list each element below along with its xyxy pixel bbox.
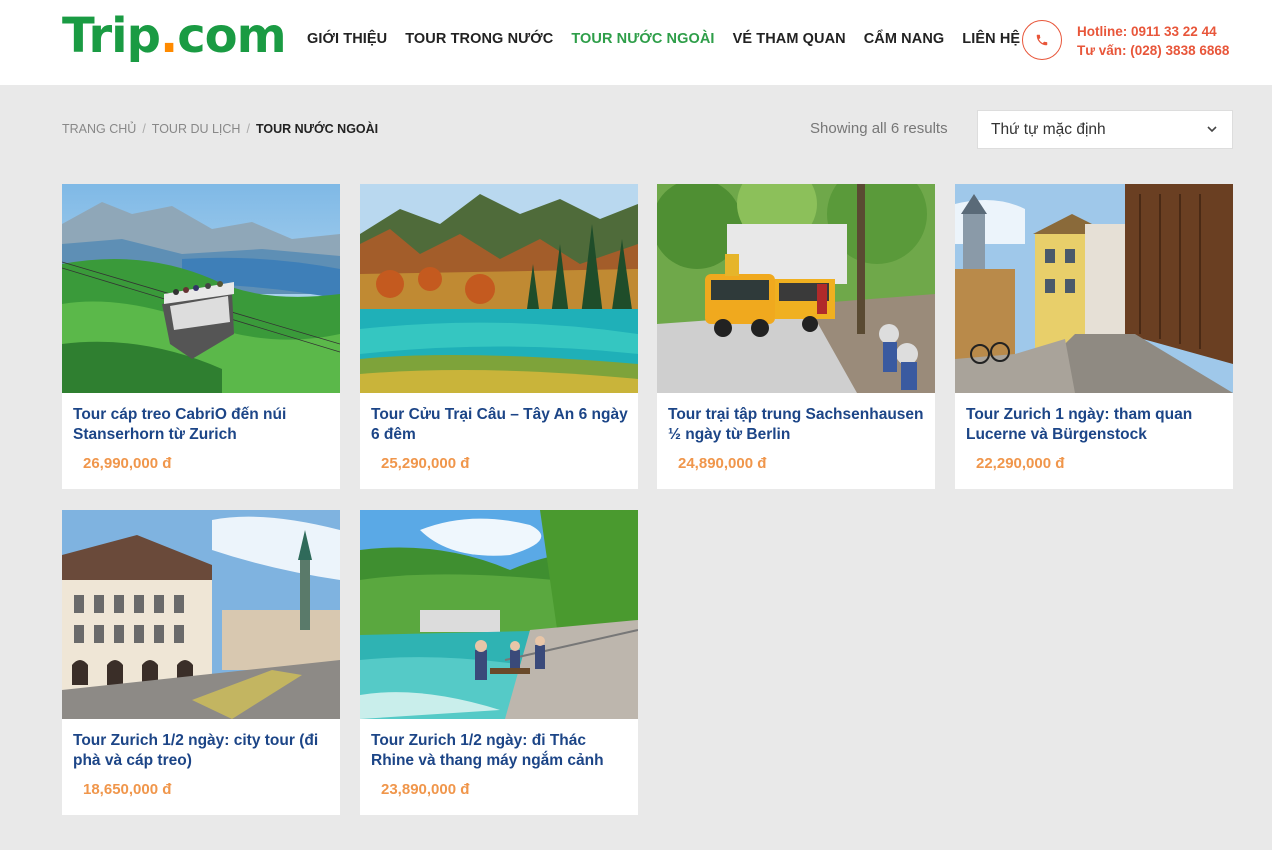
logo-dot: . [159, 8, 178, 64]
nav-item-gioi-thieu[interactable]: GIỚI THIỆU [307, 31, 387, 47]
results-count: Showing all 6 results [810, 120, 948, 137]
sort-select[interactable]: Thứ tự mặc định [977, 110, 1233, 149]
product-card[interactable]: Tour Zurich 1 ngày: tham quan Lucerne và… [955, 184, 1233, 489]
product-card[interactable]: Tour Zurich 1/2 ngày: city tour (đi phà … [62, 510, 340, 815]
site-header: Trip. com GIỚI THIỆU TOUR TRONG NƯỚC TOUR… [0, 0, 1272, 85]
site-logo[interactable]: Trip. com [62, 8, 287, 68]
product-price: 26,990,000 đ [83, 455, 172, 472]
phone-icon [1036, 34, 1048, 46]
product-card[interactable]: Tour Cửu Trại Câu – Tây An 6 ngày 6 đêm … [360, 184, 638, 489]
phone-button[interactable] [1022, 20, 1062, 60]
breadcrumb-home[interactable]: TRANG CHỦ [62, 122, 136, 136]
product-title[interactable]: Tour Cửu Trại Câu – Tây An 6 ngày 6 đêm [371, 405, 633, 445]
product-image-cable-car[interactable] [62, 184, 340, 393]
product-title[interactable]: Tour Zurich 1 ngày: tham quan Lucerne và… [966, 405, 1228, 445]
product-price: 22,290,000 đ [976, 455, 1065, 472]
logo-text-com: com [177, 8, 286, 64]
chevron-down-icon [1207, 126, 1217, 133]
product-image-rhine-falls[interactable] [360, 510, 638, 719]
product-image-tourist-train[interactable] [657, 184, 935, 393]
sort-selected-value: Thứ tự mặc định [991, 120, 1106, 138]
product-image-zurich-city[interactable] [62, 510, 340, 719]
nav-item-tour-trong-nuoc[interactable]: TOUR TRONG NƯỚC [405, 31, 553, 47]
product-image-lucerne-street[interactable] [955, 184, 1233, 393]
breadcrumb-parent[interactable]: TOUR DU LỊCH [152, 122, 241, 136]
hotline-text[interactable]: Hotline: 0911 33 22 44 [1077, 22, 1229, 41]
consult-text[interactable]: Tư vấn: (028) 3838 6868 [1077, 41, 1229, 60]
nav-item-cam-nang[interactable]: CẨM NANG [864, 31, 945, 47]
nav-item-ve-tham-quan[interactable]: VÉ THAM QUAN [733, 31, 846, 47]
product-title[interactable]: Tour cáp treo CabriO đến núi Stanserhorn… [73, 405, 335, 445]
breadcrumb-separator: / [142, 122, 146, 136]
product-card[interactable]: Tour cáp treo CabriO đến núi Stanserhorn… [62, 184, 340, 489]
product-title[interactable]: Tour Zurich 1/2 ngày: đi Thác Rhine và t… [371, 731, 633, 771]
product-price: 24,890,000 đ [678, 455, 767, 472]
contact-info: Hotline: 0911 33 22 44 Tư vấn: (028) 383… [1077, 22, 1229, 60]
breadcrumb-separator: / [246, 122, 250, 136]
product-price: 18,650,000 đ [83, 781, 172, 798]
product-card[interactable]: Tour Zurich 1/2 ngày: đi Thác Rhine và t… [360, 510, 638, 815]
product-price: 23,890,000 đ [381, 781, 470, 798]
breadcrumb-current: TOUR NƯỚC NGOÀI [255, 122, 379, 136]
product-title[interactable]: Tour Zurich 1/2 ngày: city tour (đi phà … [73, 731, 335, 771]
nav-item-tour-nuoc-ngoai[interactable]: TOUR NƯỚC NGOÀI [571, 31, 714, 47]
product-image-jiuzhaigou[interactable] [360, 184, 638, 393]
nav-item-lien-he[interactable]: LIÊN HỆ [962, 31, 1020, 47]
product-title[interactable]: Tour trại tập trung Sachsenhausen ½ ngày… [668, 405, 930, 445]
product-price: 25,290,000 đ [381, 455, 470, 472]
main-nav: GIỚI THIỆU TOUR TRONG NƯỚC TOUR NƯỚC NGO… [307, 31, 1038, 47]
product-card[interactable]: Tour trại tập trung Sachsenhausen ½ ngày… [657, 184, 935, 489]
breadcrumb: TRANG CHỦ / TOUR DU LỊCH / TOUR NƯỚC NGOÀI [62, 122, 378, 136]
logo-text-trip: Trip [62, 8, 161, 64]
